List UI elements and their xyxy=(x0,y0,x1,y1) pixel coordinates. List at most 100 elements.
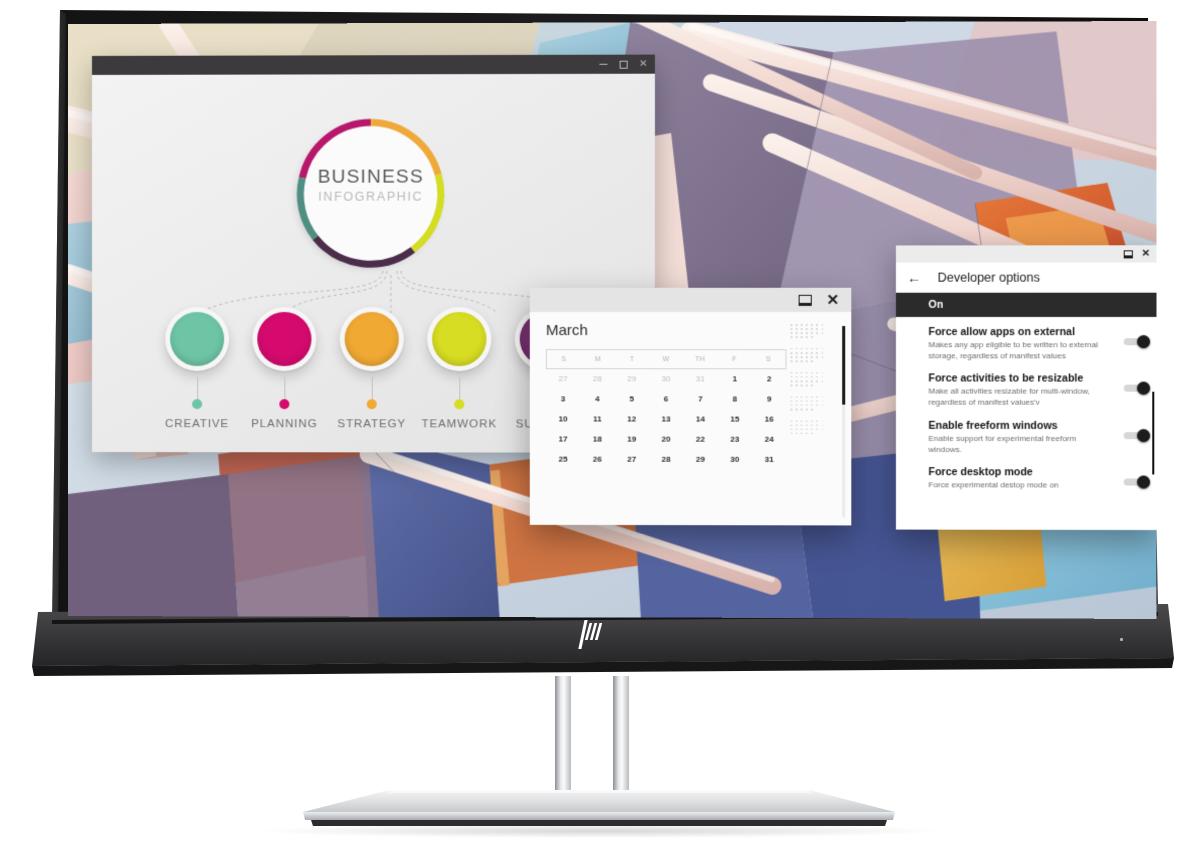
calendar-day[interactable]: 9 xyxy=(752,394,786,403)
restore-window-icon[interactable] xyxy=(1123,249,1133,258)
node-label: PLANNING xyxy=(251,418,318,431)
back-arrow-icon[interactable]: ← xyxy=(907,269,921,285)
node-stem xyxy=(458,377,460,400)
calendar-day[interactable]: 18 xyxy=(580,435,614,444)
monitor: ✕ BUSINESS INFOGRAPHIC CREATIVE PLANNING… xyxy=(8,6,1192,678)
calendar-window-titlebar[interactable]: ✕ xyxy=(529,287,852,312)
calendar-day-grid[interactable]: 27 28 29 30 31 1 2 3 4 5 6 7 8 9 10 11 1… xyxy=(546,374,787,464)
calendar-weekday-header: S M T W TH F S xyxy=(545,349,787,370)
node-dot xyxy=(279,399,290,410)
calendar-day[interactable]: 30 xyxy=(718,455,752,464)
node-disc-fill xyxy=(257,311,312,367)
calendar-day[interactable]: 28 xyxy=(649,455,683,464)
calendar-side-pattern xyxy=(786,322,851,525)
calendar-day[interactable]: 26 xyxy=(580,455,614,464)
developer-option-title: Enable freeform windows xyxy=(928,419,1058,432)
calendar-scrollbar-thumb[interactable] xyxy=(842,326,846,405)
node-disc xyxy=(427,306,492,372)
calendar-day[interactable]: 1 xyxy=(718,374,752,383)
node-disc xyxy=(252,306,317,372)
node-label: CREATIVE xyxy=(165,418,230,431)
developer-option-row[interactable]: Enable freeform windows Enable support f… xyxy=(928,420,1156,456)
stand-base xyxy=(303,790,895,826)
calendar-month-view: March S M T W TH F S 27 28 29 30 31 1 2 … xyxy=(545,322,787,525)
calendar-day[interactable]: 8 xyxy=(718,394,752,403)
close-icon[interactable]: ✕ xyxy=(638,58,649,70)
calendar-day[interactable]: 31 xyxy=(752,455,786,464)
weekday-label: S xyxy=(765,355,771,363)
calendar-day[interactable]: 31 xyxy=(683,374,717,383)
calendar-day[interactable]: 10 xyxy=(546,414,580,423)
calendar-day[interactable]: 22 xyxy=(683,435,717,444)
calendar-day[interactable]: 23 xyxy=(718,435,752,444)
node-disc-fill xyxy=(170,311,225,367)
infographic-node[interactable]: TEAMWORK xyxy=(416,306,503,431)
developer-option-description: Make all activities resizable for multi-… xyxy=(928,386,1090,407)
weekday-label: T xyxy=(629,355,635,363)
calendar-day[interactable]: 29 xyxy=(683,455,717,464)
node-dot xyxy=(366,399,377,410)
node-disc xyxy=(165,306,230,372)
infographic-node[interactable]: CREATIVE xyxy=(154,306,240,431)
calendar-day[interactable]: 15 xyxy=(718,415,752,424)
calendar-day[interactable]: 14 xyxy=(683,415,717,424)
developer-option-toggle[interactable] xyxy=(1123,382,1151,396)
calendar-day[interactable]: 7 xyxy=(683,394,717,403)
calendar-day[interactable]: 20 xyxy=(649,435,683,444)
developer-options-appbar: ← Developer options xyxy=(895,262,1157,293)
close-icon[interactable]: ✕ xyxy=(1142,248,1151,259)
calendar-day[interactable]: 13 xyxy=(649,414,683,424)
calendar-day[interactable]: 2 xyxy=(752,374,786,383)
calendar-day[interactable]: 16 xyxy=(752,415,786,424)
developer-option-toggle[interactable] xyxy=(1123,475,1151,489)
developer-option-row[interactable]: Force desktop mode Force experimental de… xyxy=(928,466,1156,491)
infographic-node[interactable]: STRATEGY xyxy=(329,306,415,430)
developer-option-description: Enable support for experimental freeform… xyxy=(928,433,1077,454)
calendar-day[interactable]: 28 xyxy=(580,374,614,383)
node-label: TEAMWORK xyxy=(421,418,497,431)
minimize-icon[interactable] xyxy=(597,59,608,70)
calendar-window[interactable]: ✕ March S M T W TH F S 27 28 29 30 31 1 … xyxy=(529,287,852,526)
calendar-day[interactable]: 3 xyxy=(546,394,580,403)
restore-window-icon[interactable] xyxy=(799,294,813,306)
calendar-day[interactable]: 6 xyxy=(649,394,683,403)
maximize-icon[interactable] xyxy=(618,59,629,70)
node-disc-fill xyxy=(344,311,399,367)
calendar-day[interactable]: 24 xyxy=(752,435,786,444)
developer-options-master-toggle-row[interactable]: On xyxy=(895,292,1157,317)
calendar-day[interactable]: 11 xyxy=(580,414,614,423)
calendar-month-label: March xyxy=(545,322,588,340)
developer-options-scrollbar-thumb[interactable] xyxy=(1151,391,1155,475)
close-icon[interactable]: ✕ xyxy=(826,291,839,308)
weekday-label: S xyxy=(561,355,567,363)
calendar-day[interactable]: 29 xyxy=(615,374,649,383)
infographic-window-titlebar[interactable]: ✕ xyxy=(91,54,655,75)
developer-option-title: Force activities to be resizable xyxy=(928,372,1084,386)
developer-options-titlebar[interactable]: ✕ xyxy=(895,245,1157,263)
node-dot xyxy=(454,399,465,410)
node-disc-fill xyxy=(432,311,487,367)
developer-option-title: Force allow apps on external xyxy=(928,326,1075,339)
developer-options-window[interactable]: ✕ ← Developer options On Force allow app… xyxy=(895,245,1157,531)
developer-option-title: Force desktop mode xyxy=(928,466,1033,479)
calendar-day[interactable]: 4 xyxy=(580,394,614,403)
calendar-day[interactable]: 5 xyxy=(615,394,649,403)
calendar-day[interactable]: 27 xyxy=(615,455,649,464)
calendar-day[interactable]: 30 xyxy=(649,374,683,383)
developer-option-description: Force experimental destop mode on xyxy=(928,480,1059,490)
developer-options-list: Force allow apps on external Makes any a… xyxy=(896,317,1156,492)
calendar-day[interactable]: 25 xyxy=(546,455,580,464)
calendar-day[interactable]: 19 xyxy=(615,435,649,444)
developer-option-toggle[interactable] xyxy=(1123,428,1151,443)
monitor-screen: ✕ BUSINESS INFOGRAPHIC CREATIVE PLANNING… xyxy=(68,21,1157,619)
calendar-day[interactable]: 12 xyxy=(615,414,649,423)
node-stem xyxy=(283,377,285,400)
developer-option-row[interactable]: Force allow apps on external Makes any a… xyxy=(928,326,1156,362)
node-stem xyxy=(196,377,198,400)
calendar-day[interactable]: 27 xyxy=(546,374,580,383)
node-stem xyxy=(371,377,373,400)
developer-option-toggle[interactable] xyxy=(1123,335,1151,349)
calendar-day[interactable]: 17 xyxy=(546,434,580,444)
infographic-node[interactable]: PLANNING xyxy=(241,306,327,431)
developer-option-row[interactable]: Force activities to be resizable Make al… xyxy=(928,373,1156,409)
